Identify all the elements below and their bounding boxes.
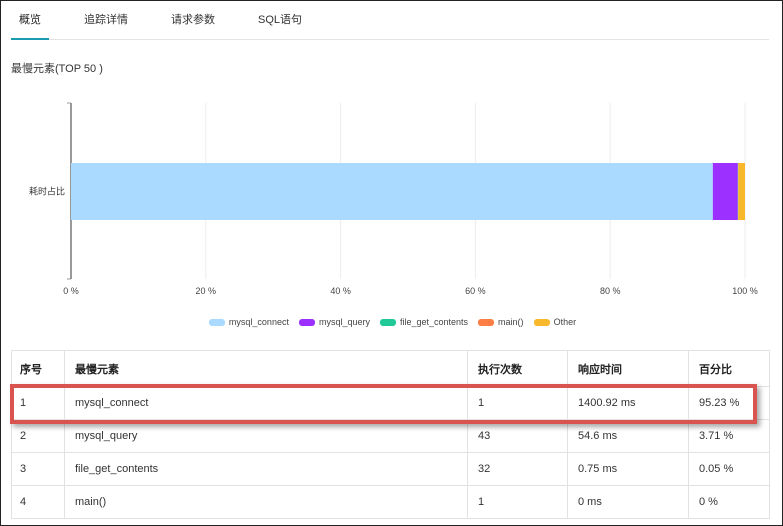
chart-legend: mysql_connect mysql_query file_get_content… [1,317,782,327]
cell-exec-count: 1 [467,485,568,519]
cell-element: mysql_query [64,419,468,453]
col-header-index[interactable]: 序号 [11,350,65,387]
x-tick-label: 0 % [63,286,79,296]
cell-response-time: 0 ms [567,485,689,519]
table-row[interactable]: 2 mysql_query 43 54.6 ms 3.71 % [11,419,770,453]
table-header-row: 序号 最慢元素 执行次数 响应时间 百分比 [11,350,770,387]
cell-index: 2 [11,419,65,453]
cell-exec-count: 1 [467,386,568,420]
legend-label: mysql_query [318,317,370,327]
cell-element: mysql_connect [64,386,468,420]
cell-percent: 0 % [688,485,770,519]
x-tick-label: 20 % [196,286,217,296]
x-tick-label: 60 % [465,286,486,296]
legend-swatch [379,318,396,326]
report-panel: 概览 追踪详情 请求参数 SQL语句 最慢元素(TOP 50 ) 0 % 20 %… [0,0,783,526]
legend-label: main() [498,317,524,327]
bar-segment-mysql-connect [71,163,713,220]
cell-response-time: 54.6 ms [567,419,689,453]
legend-item[interactable]: mysql_connect [208,317,289,327]
table-row[interactable]: 1 mysql_connect 1 1400.92 ms 95.23 % [11,386,770,420]
tab-sql-statements[interactable]: SQL语句 [250,1,310,39]
cell-element: file_get_contents [64,452,468,486]
x-tick-label: 100 % [732,286,758,296]
col-header-exec-count[interactable]: 执行次数 [467,350,568,387]
stacked-bar-chart: 0 % 20 % 40 % 60 % 80 % 100 % 耗时占比 [29,102,758,296]
table-row[interactable]: 3 file_get_contents 32 0.75 ms 0.05 % [11,452,770,486]
cell-index: 3 [11,452,65,486]
table-row[interactable]: 4 main() 1 0 ms 0 % [11,485,770,519]
x-tick-label: 40 % [330,286,351,296]
legend-swatch [533,318,550,326]
cell-percent: 3.71 % [688,419,770,453]
cell-percent: 0.05 % [688,452,770,486]
legend-swatch [298,318,315,326]
cell-percent: 95.23 % [688,386,770,420]
legend-item[interactable]: file_get_contents [379,317,469,327]
cell-element: main() [64,485,468,519]
legend-swatch [208,318,225,326]
cell-exec-count: 43 [467,419,568,453]
tab-overview[interactable]: 概览 [11,1,49,40]
legend-item[interactable]: mysql_query [298,317,370,327]
x-tick-label: 80 % [600,286,621,296]
legend-item[interactable]: main() [478,317,524,327]
section-title: 最慢元素(TOP 50 ) [11,63,103,75]
bar-segment-other [738,163,745,220]
tab-bar: 概览 追踪详情 请求参数 SQL语句 [11,1,769,40]
cell-response-time: 0.75 ms [567,452,689,486]
col-header-element[interactable]: 最慢元素 [64,350,468,387]
legend-label: mysql_connect [228,317,289,327]
legend-item[interactable]: Other [533,317,577,327]
legend-label: Other [553,317,577,327]
category-label: 耗时占比 [29,186,65,197]
legend-label: file_get_contents [399,317,469,327]
cell-index: 4 [11,485,65,519]
cell-response-time: 1400.92 ms [567,386,689,420]
cell-index: 1 [11,386,65,420]
tab-trace-details[interactable]: 追踪详情 [76,1,136,39]
bar-segment-mysql-query [712,163,738,220]
legend-swatch [478,318,495,326]
col-header-response-time[interactable]: 响应时间 [567,350,689,387]
tab-request-params[interactable]: 请求参数 [163,1,223,39]
slowest-elements-table-wrap: 序号 最慢元素 执行次数 响应时间 百分比 1 mysql_connect 1 … [11,350,770,519]
slowest-elements-table: 序号 最慢元素 执行次数 响应时间 百分比 1 mysql_connect 1 … [11,350,770,519]
cell-exec-count: 32 [467,452,568,486]
col-header-percent[interactable]: 百分比 [688,350,770,387]
